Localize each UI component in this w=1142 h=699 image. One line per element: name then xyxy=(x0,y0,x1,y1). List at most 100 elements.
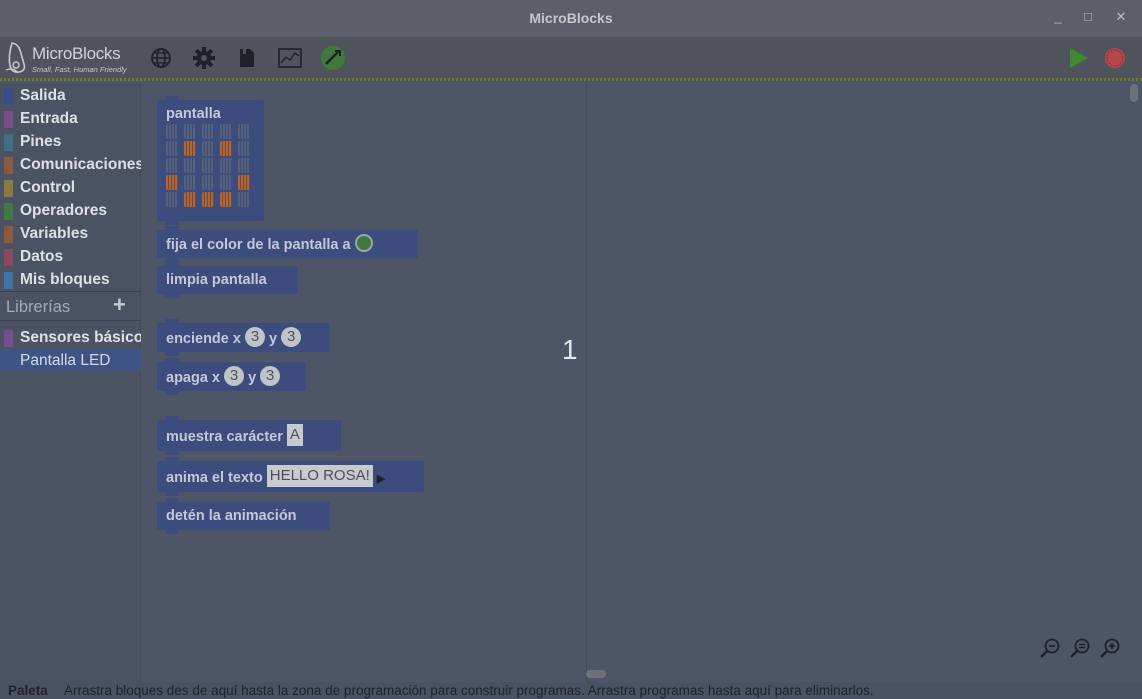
library-item-label: Sensores básicos xyxy=(20,329,141,346)
libraries-header: Librerías xyxy=(6,298,71,316)
scroll-text-label: anima el texto xyxy=(166,469,263,486)
unplot-block[interactable]: apaga x 3 y 3 xyxy=(157,358,306,395)
unplot-y-input[interactable]: 3 xyxy=(260,366,281,386)
led-cell[interactable] xyxy=(166,124,178,139)
file-icon[interactable] xyxy=(234,45,260,71)
toolbar-divider xyxy=(0,78,1142,81)
category-swatch xyxy=(4,157,13,174)
category-label: Operadores xyxy=(20,202,108,219)
category-label: Mis bloques xyxy=(20,271,110,288)
display-block[interactable]: pantalla xyxy=(157,96,264,225)
plot-y-input[interactable]: 3 xyxy=(281,327,302,347)
led-cell[interactable] xyxy=(202,141,214,156)
led-cell[interactable] xyxy=(184,192,196,207)
led-cell[interactable] xyxy=(184,124,196,139)
category-operadores[interactable]: Operadores xyxy=(0,199,141,221)
toolbar: MicroBlocks Small, Fast, Human Friendly xyxy=(0,37,1142,81)
stop-scroll-label: detén la animación xyxy=(166,508,297,524)
led-cell[interactable] xyxy=(202,192,214,207)
library-item-sensores[interactable]: Sensores básicos xyxy=(0,326,141,348)
category-swatch xyxy=(4,134,13,151)
gear-icon[interactable] xyxy=(191,45,217,71)
plot-block[interactable]: enciende x 3 y 3 xyxy=(157,319,330,356)
plot-x-input[interactable]: 3 xyxy=(244,327,265,347)
globe-icon[interactable] xyxy=(148,45,174,71)
show-char-block[interactable]: muestra carácter A xyxy=(157,416,341,455)
library-separator-2 xyxy=(0,320,141,321)
led-cell[interactable] xyxy=(166,192,178,207)
led-cell[interactable] xyxy=(166,175,178,190)
stop-scroll-block[interactable]: detén la animación xyxy=(157,498,330,534)
category-swatch xyxy=(4,272,13,289)
board-connect-icon[interactable] xyxy=(320,45,346,71)
logo-icon xyxy=(5,42,26,74)
clear-display-block[interactable]: limpia pantalla xyxy=(157,262,298,298)
plot-y-label: y xyxy=(269,330,278,347)
scripting-area[interactable] xyxy=(588,82,1142,682)
set-color-label: fija el color de la pantalla a xyxy=(166,236,351,253)
category-label: Variables xyxy=(20,225,89,242)
status-text: Arrastra bloques des de aquí hasta la zo… xyxy=(64,683,874,698)
plot-label: enciende x xyxy=(166,330,241,347)
show-char-input[interactable]: A xyxy=(286,424,303,446)
led-cell[interactable] xyxy=(220,192,232,207)
category-label: Salida xyxy=(20,87,66,104)
category-label: Control xyxy=(20,179,76,196)
category-mis-bloques[interactable]: Mis bloques xyxy=(0,268,141,290)
led-cell[interactable] xyxy=(184,175,196,190)
led-cell[interactable] xyxy=(202,158,214,173)
led-cell[interactable] xyxy=(166,141,178,156)
category-label: Comunicaciones xyxy=(20,156,141,173)
zoom-reset-icon[interactable] xyxy=(1069,637,1091,659)
graph-icon[interactable] xyxy=(277,45,303,71)
horizontal-scrollbar[interactable] xyxy=(586,670,606,678)
category-label: Datos xyxy=(20,248,64,265)
status-key: Paleta xyxy=(8,683,48,698)
led-cell[interactable] xyxy=(220,158,232,173)
category-pines[interactable]: Pines xyxy=(0,130,141,152)
scroll-text-block[interactable]: anima el texto HELLO ROSA! ▶ xyxy=(157,457,424,496)
category-swatch xyxy=(4,180,13,197)
led-cell[interactable] xyxy=(238,141,250,156)
category-variables[interactable]: Variables xyxy=(0,222,141,244)
minimize-button[interactable]: _ xyxy=(1048,9,1068,27)
led-cell[interactable] xyxy=(220,141,232,156)
library-item-pantalla-led[interactable]: Pantalla LED xyxy=(0,349,141,371)
display-block-label: pantalla xyxy=(166,106,221,122)
unplot-x-input[interactable]: 3 xyxy=(224,366,245,386)
category-datos[interactable]: Datos xyxy=(0,245,141,267)
category-swatch xyxy=(4,88,13,105)
led-cell[interactable] xyxy=(184,158,196,173)
category-sidebar: Salida Entrada Pines Comunicaciones Control O… xyxy=(0,82,141,682)
led-cell[interactable] xyxy=(220,175,232,190)
led-cell[interactable] xyxy=(238,158,250,173)
expand-arrow-icon[interactable]: ▶ xyxy=(377,473,385,485)
color-swatch[interactable] xyxy=(354,234,373,252)
set-color-block[interactable]: fija el color de la pantalla a xyxy=(157,226,418,262)
scroll-text-input[interactable]: HELLO ROSA! xyxy=(266,465,373,487)
category-swatch xyxy=(4,226,13,243)
close-button[interactable]: ✕ xyxy=(1111,9,1131,27)
category-swatch xyxy=(4,203,13,220)
category-control[interactable]: Control xyxy=(0,176,141,198)
led-cell[interactable] xyxy=(202,124,214,139)
category-salida[interactable]: Salida xyxy=(0,84,141,106)
add-library-button[interactable]: + xyxy=(113,292,126,318)
start-icon[interactable] xyxy=(1065,45,1091,71)
vertical-scrollbar[interactable] xyxy=(1130,84,1138,102)
category-entrada[interactable]: Entrada xyxy=(0,107,141,129)
maximize-button[interactable]: □ xyxy=(1078,9,1098,27)
led-cell[interactable] xyxy=(238,192,250,207)
stop-icon[interactable] xyxy=(1102,45,1128,71)
title-bar: MicroBlocks _ □ ✕ xyxy=(0,0,1142,37)
zoom-out-icon[interactable] xyxy=(1039,637,1061,659)
logo-name: MicroBlocks xyxy=(32,44,121,63)
led-cell[interactable] xyxy=(220,124,232,139)
led-cell[interactable] xyxy=(184,141,196,156)
category-comunicaciones[interactable]: Comunicaciones xyxy=(0,153,141,175)
led-cell[interactable] xyxy=(238,124,250,139)
zoom-in-icon[interactable] xyxy=(1099,637,1121,659)
led-cell[interactable] xyxy=(166,158,178,173)
led-cell[interactable] xyxy=(238,175,250,190)
led-cell[interactable] xyxy=(202,175,214,190)
